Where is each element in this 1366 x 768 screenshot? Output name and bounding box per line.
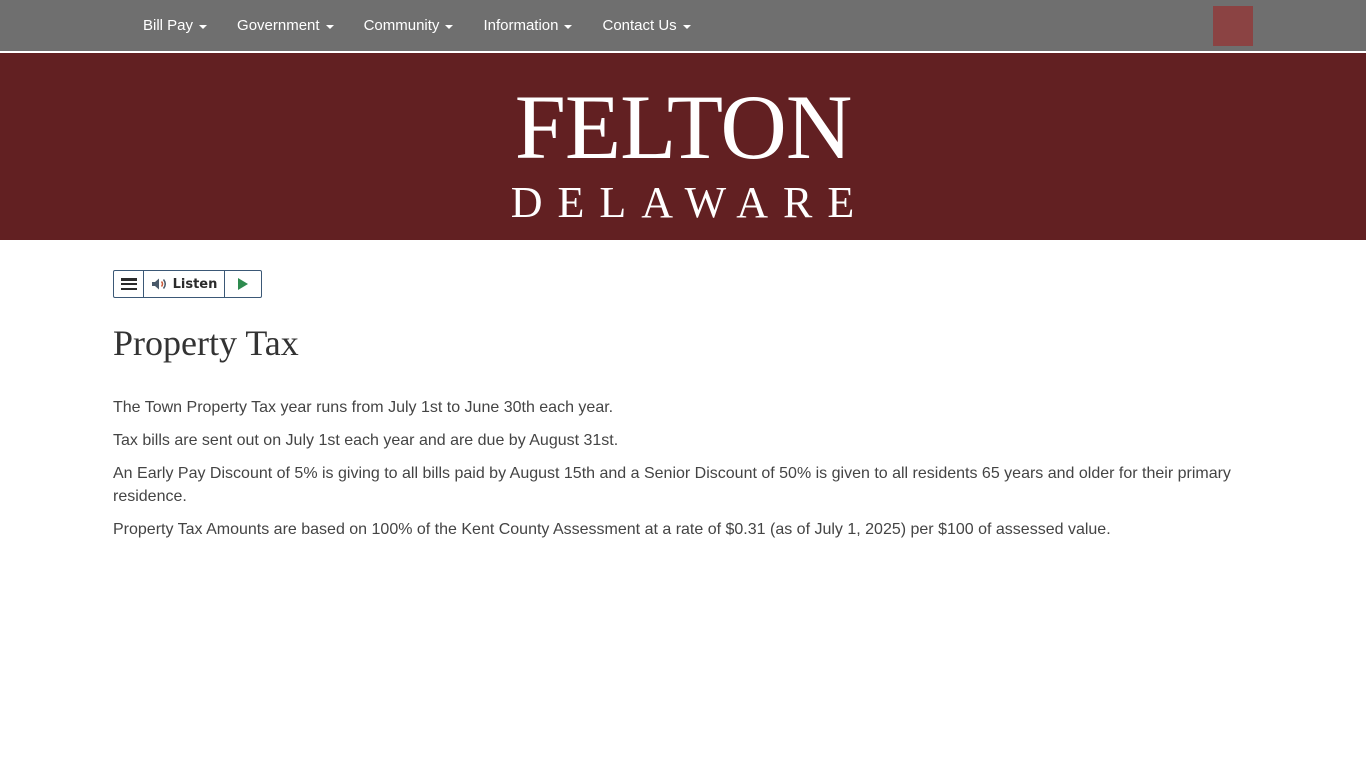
play-button[interactable]: [225, 271, 261, 297]
listen-label: Listen: [172, 276, 218, 292]
caret-down-icon: [325, 24, 334, 29]
caret-down-icon: [445, 24, 454, 29]
logo-subtitle[interactable]: DELAWARE: [0, 181, 1366, 225]
listen-menu-button[interactable]: [114, 271, 144, 297]
nav-item-community[interactable]: Community: [349, 0, 469, 51]
logo-title[interactable]: FELTON: [0, 81, 1366, 173]
content-paragraph: Tax bills are sent out on July 1st each …: [113, 432, 619, 449]
content-paragraph: The Town Property Tax year runs from Jul…: [113, 399, 614, 416]
content-paragraph: Property Tax Amounts are based on 100% o…: [113, 521, 1111, 538]
nav-item-label: Contact Us: [602, 17, 677, 34]
hamburger-icon: [120, 278, 137, 290]
caret-down-icon: [199, 24, 208, 29]
site-banner: FELTON DELAWARE: [0, 53, 1366, 240]
speaker-icon: [151, 278, 166, 290]
content-paragraph: An Early Pay Discount of 5% is giving to…: [113, 465, 1231, 505]
nav-square-button[interactable]: [1213, 6, 1253, 46]
play-icon: [238, 278, 248, 290]
nav-item-label: Bill Pay: [143, 17, 194, 34]
listen-button[interactable]: Listen: [144, 271, 225, 297]
readspeaker-widget: Listen: [113, 270, 262, 298]
caret-down-icon: [564, 24, 573, 29]
top-navigation: Bill Pay Government Community Informatio…: [0, 0, 1366, 53]
nav-item-label: Community: [363, 17, 440, 34]
nav-menu: Bill Pay Government Community Informatio…: [128, 0, 706, 51]
caret-down-icon: [682, 24, 691, 29]
nav-item-government[interactable]: Government: [222, 0, 349, 51]
nav-item-label: Government: [237, 17, 320, 34]
nav-item-information[interactable]: Information: [468, 0, 587, 51]
nav-item-label: Information: [483, 17, 559, 34]
nav-item-contact-us[interactable]: Contact Us: [587, 0, 705, 51]
nav-item-bill-pay[interactable]: Bill Pay: [128, 0, 222, 51]
page-content: The Town Property Tax year runs from Jul…: [113, 396, 1253, 551]
page-title: Property Tax: [113, 323, 299, 363]
